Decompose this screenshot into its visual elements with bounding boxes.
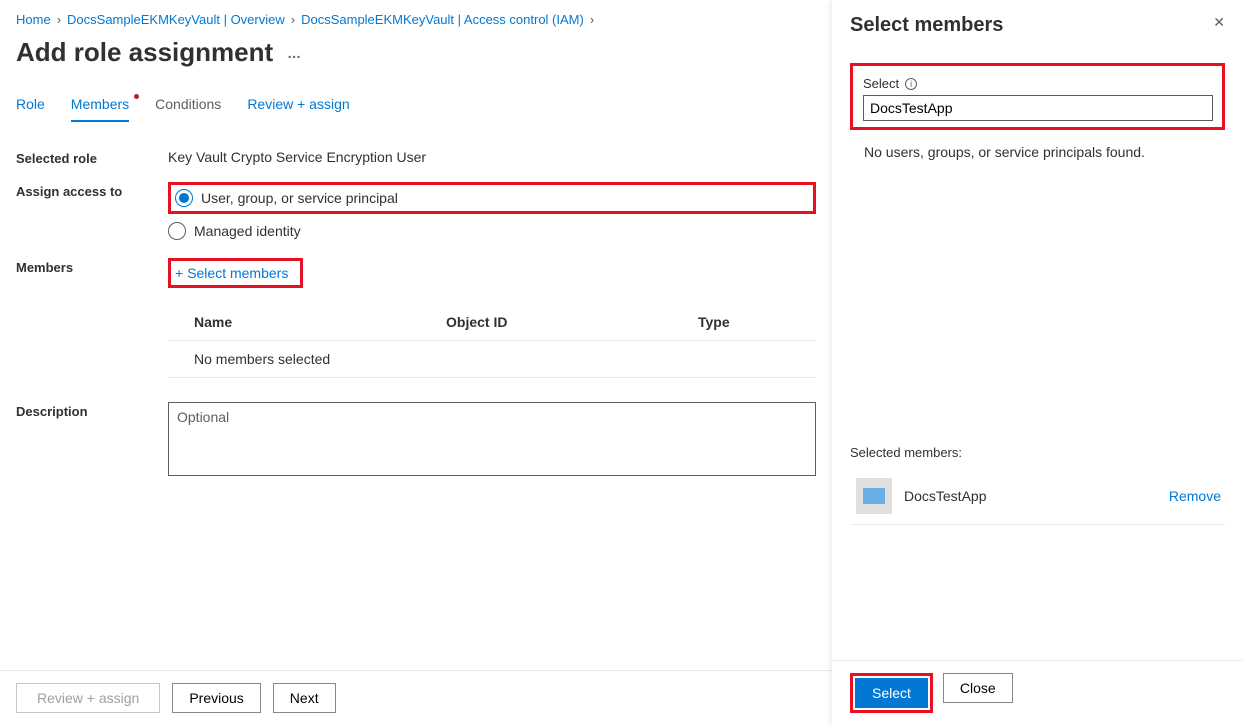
description-input[interactable]	[168, 402, 816, 476]
col-objectid: Object ID	[446, 314, 698, 330]
radio-user-group-sp-label: User, group, or service principal	[201, 190, 398, 206]
selected-member-row: DocsTestApp Remove	[850, 472, 1225, 525]
breadcrumb-home[interactable]: Home	[16, 12, 51, 27]
row-selected-role: Selected role Key Vault Crypto Service E…	[16, 149, 816, 166]
tab-conditions[interactable]: Conditions	[155, 96, 221, 122]
no-results-text: No users, groups, or service principals …	[864, 144, 1225, 160]
footer-bar: Review + assign Previous Next	[0, 670, 832, 725]
panel-title: Select members	[850, 14, 1003, 37]
breadcrumb: Home › DocsSampleEKMKeyVault | Overview …	[16, 12, 816, 27]
row-members: Members + Select members	[16, 258, 816, 288]
row-description: Description	[16, 402, 816, 476]
info-icon[interactable]: i	[905, 78, 917, 90]
row-assign-access: Assign access to User, group, or service…	[16, 182, 816, 240]
selected-role-label: Selected role	[16, 149, 168, 166]
page-title-text: Add role assignment	[16, 37, 273, 68]
highlight-select-button: Select	[850, 673, 933, 713]
panel-footer: Select Close	[832, 660, 1243, 725]
tab-members-label: Members	[71, 96, 129, 112]
radio-managed-identity-label: Managed identity	[194, 223, 301, 239]
plus-icon: +	[175, 265, 183, 281]
radio-checked-icon	[175, 189, 193, 207]
remove-member-link[interactable]: Remove	[1169, 488, 1221, 504]
select-label-row: Select i	[863, 76, 1212, 91]
selected-member-name: DocsTestApp	[904, 488, 1157, 504]
app-icon	[856, 478, 892, 514]
search-input[interactable]	[863, 95, 1213, 121]
selected-members-label: Selected members:	[850, 445, 1225, 460]
tabs: Role Members Conditions Review + assign	[16, 96, 816, 123]
review-assign-button[interactable]: Review + assign	[16, 683, 160, 713]
select-members-link[interactable]: + Select members	[175, 265, 288, 281]
description-label: Description	[16, 402, 168, 476]
page-title: Add role assignment …	[16, 37, 816, 68]
tab-role[interactable]: Role	[16, 96, 45, 122]
select-label: Select	[863, 76, 899, 91]
chevron-right-icon: ›	[590, 12, 594, 27]
select-button[interactable]: Select	[855, 678, 928, 708]
select-members-panel: Select members ✕ Select i No users, grou…	[832, 0, 1243, 725]
select-members-link-label: Select members	[187, 265, 288, 281]
members-table-header: Name Object ID Type	[168, 304, 816, 341]
chevron-right-icon: ›	[291, 12, 295, 27]
next-button[interactable]: Next	[273, 683, 336, 713]
highlight-select-members: + Select members	[168, 258, 303, 288]
alert-dot-icon	[134, 94, 139, 99]
highlight-search: Select i	[850, 63, 1225, 130]
close-icon[interactable]: ✕	[1213, 14, 1225, 31]
radio-unchecked-icon	[168, 222, 186, 240]
close-button[interactable]: Close	[943, 673, 1013, 703]
radio-managed-identity[interactable]: Managed identity	[168, 222, 816, 240]
members-label: Members	[16, 258, 168, 288]
main-content: Home › DocsSampleEKMKeyVault | Overview …	[0, 0, 832, 725]
tab-members[interactable]: Members	[71, 96, 129, 122]
tab-review[interactable]: Review + assign	[247, 96, 349, 122]
col-type: Type	[698, 314, 790, 330]
selected-members-section: Selected members: DocsTestApp Remove	[850, 445, 1225, 525]
breadcrumb-overview[interactable]: DocsSampleEKMKeyVault | Overview	[67, 12, 285, 27]
col-name: Name	[194, 314, 446, 330]
previous-button[interactable]: Previous	[172, 683, 260, 713]
selected-role-value: Key Vault Crypto Service Encryption User	[168, 149, 816, 166]
panel-header: Select members ✕	[850, 14, 1225, 37]
chevron-right-icon: ›	[57, 12, 61, 27]
members-empty: No members selected	[168, 341, 816, 378]
more-icon[interactable]: …	[287, 45, 302, 61]
highlight-assign-option: User, group, or service principal	[168, 182, 816, 214]
members-table: Name Object ID Type No members selected	[168, 304, 816, 378]
assign-access-label: Assign access to	[16, 182, 168, 240]
breadcrumb-iam[interactable]: DocsSampleEKMKeyVault | Access control (…	[301, 12, 584, 27]
radio-user-group-sp[interactable]: User, group, or service principal	[175, 189, 398, 207]
